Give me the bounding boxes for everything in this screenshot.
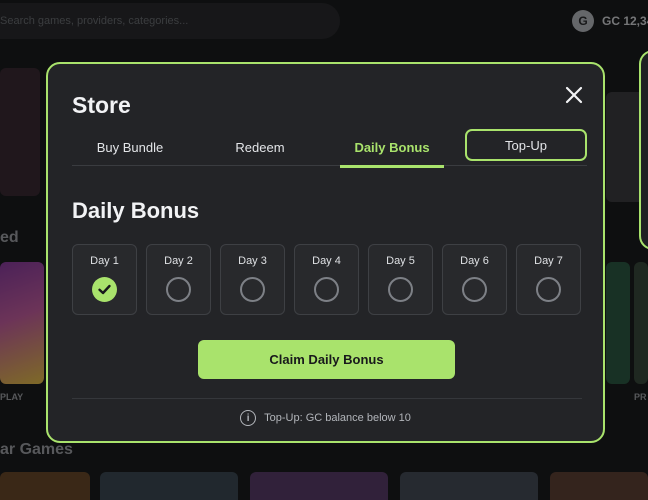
daily-bonus-days: Day 1 Day 2 Day 3 Day 4 Day 5 Day 6 Day … <box>72 244 581 315</box>
empty-circle-icon <box>166 277 191 302</box>
day-label: Day 5 <box>386 255 415 267</box>
day-card: Day 2 <box>146 244 211 315</box>
tab-buy-bundle[interactable]: Buy Bundle <box>72 128 188 166</box>
tab-redeem[interactable]: Redeem <box>202 128 318 166</box>
empty-circle-icon <box>462 277 487 302</box>
close-icon[interactable] <box>563 84 585 106</box>
day-card: Day 7 <box>516 244 581 315</box>
empty-circle-icon <box>314 277 339 302</box>
store-tabs: Buy Bundle Redeem Daily Bonus Top-Up <box>72 128 587 168</box>
info-icon: i <box>240 410 257 426</box>
day-label: Day 3 <box>238 255 267 267</box>
empty-circle-icon <box>240 277 265 302</box>
day-card: Day 4 <box>294 244 359 315</box>
store-modal: Store Buy Bundle Redeem Daily Bonus Top-… <box>46 62 605 443</box>
modal-title: Store <box>72 92 131 118</box>
day-label: Day 7 <box>534 255 563 267</box>
day-card: Day 5 <box>368 244 433 315</box>
day-label: Day 2 <box>164 255 193 267</box>
day-card: Day 6 <box>442 244 507 315</box>
day-label: Day 6 <box>460 255 489 267</box>
day-card: Day 3 <box>220 244 285 315</box>
day-card: Day 1 <box>72 244 137 315</box>
tab-top-up[interactable]: Top-Up <box>465 129 587 161</box>
day-label: Day 1 <box>90 255 119 267</box>
check-circle-icon <box>92 277 117 302</box>
day-label: Day 4 <box>312 255 341 267</box>
divider <box>72 398 582 399</box>
claim-daily-bonus-button[interactable]: Claim Daily Bonus <box>198 340 455 379</box>
top-up-note: i Top-Up: GC balance below 10 <box>48 410 603 426</box>
side-panel <box>639 50 648 250</box>
empty-circle-icon <box>536 277 561 302</box>
tab-daily-bonus[interactable]: Daily Bonus <box>340 128 444 168</box>
top-up-note-text: Top-Up: GC balance below 10 <box>264 412 411 424</box>
daily-bonus-heading: Daily Bonus <box>72 198 200 223</box>
empty-circle-icon <box>388 277 413 302</box>
